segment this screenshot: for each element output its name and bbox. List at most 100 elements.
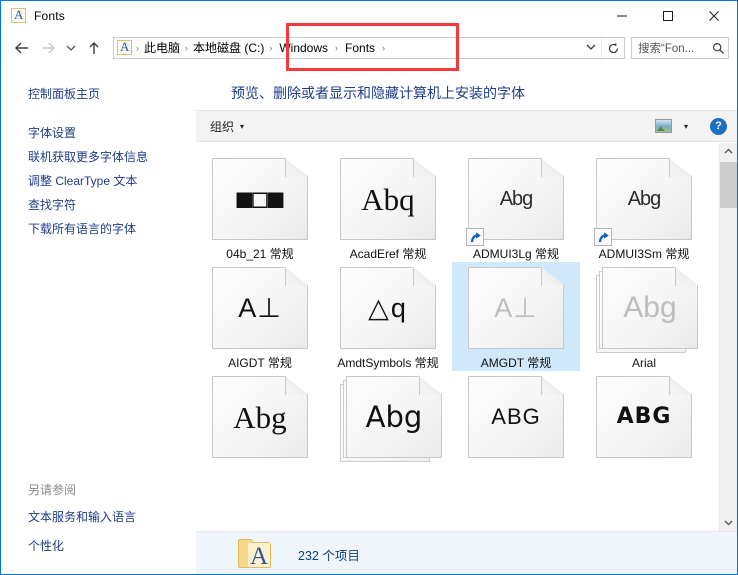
sidebar-item-font-settings[interactable]: 字体设置 (28, 124, 76, 141)
font-tile[interactable]: A⊥ AMGDT 常规 (452, 262, 580, 371)
font-row: A⊥ AIGDT 常规 △q AmdtSymbols 常规 A⊥ AMGDT 常规 Abg A… (196, 262, 715, 371)
sidebar: 控制面板主页 字体设置 联机获取更多字体信息 调整 ClearType 文本 查… (1, 65, 196, 574)
address-dropdown-icon[interactable] (581, 43, 601, 53)
font-thumbnail: Abg (594, 158, 692, 246)
font-preview-glyph: A⊥ (494, 292, 538, 323)
font-thumbnail: Abg (596, 267, 698, 353)
font-tile[interactable]: A⊥ AIGDT 常规 (196, 262, 324, 371)
font-row: ■□■ 04b_21 常规 Abq AcadEref 常规 Abg ADMUI3Lg 常规… (196, 153, 715, 262)
font-tile[interactable]: Abg (324, 371, 452, 464)
vertical-scrollbar[interactable] (719, 143, 737, 531)
font-name-label: 04b_21 常规 (226, 247, 294, 261)
font-preview-glyph: Abg (233, 399, 287, 435)
font-thumbnail: Abg (466, 158, 564, 246)
scrollbar-thumb[interactable] (720, 162, 737, 208)
scroll-up-arrow[interactable] (720, 143, 737, 160)
font-thumbnail: Abg (340, 376, 442, 462)
maximize-button[interactable] (645, 1, 691, 31)
help-button[interactable]: ? (710, 117, 727, 135)
title-bar: Fonts (1, 1, 737, 31)
navigation-buttons (1, 35, 107, 61)
font-name-label: AmdtSymbols 常规 (337, 356, 439, 370)
close-button[interactable] (691, 1, 737, 31)
sidebar-item-find-character[interactable]: 查找字符 (28, 196, 76, 213)
magnifier-icon[interactable] (708, 42, 728, 55)
font-thumbnail: Abg (212, 376, 308, 458)
font-preview-glyph: Abq (361, 181, 415, 217)
sidebar-item-control-panel-home[interactable]: 控制面板主页 (28, 85, 100, 102)
window-title: Fonts (34, 9, 66, 23)
sidebar-item-text-services[interactable]: 文本服务和输入语言 (28, 508, 136, 525)
organize-button[interactable]: 组织 ▾ (196, 118, 244, 135)
up-arrow-icon[interactable] (81, 35, 107, 61)
breadcrumb[interactable]: › 此电脑 › 本地磁盘 (C:) › Windows › Fonts › (113, 37, 625, 59)
window-body: 控制面板主页 字体设置 联机获取更多字体信息 调整 ClearType 文本 查… (1, 65, 737, 574)
font-preview-glyph: ABG (616, 404, 672, 429)
organize-label: 组织 (210, 119, 235, 134)
font-thumbnail: ABG (596, 376, 692, 458)
breadcrumb-separator: › (382, 43, 386, 53)
font-name-label: Arial (631, 356, 656, 370)
font-preview-glyph: △q (368, 292, 408, 323)
preview-pane-icon[interactable] (654, 119, 672, 133)
chevron-down-icon: ▾ (240, 121, 245, 131)
scroll-down-arrow[interactable] (720, 514, 737, 531)
shortcut-overlay-icon (594, 228, 612, 246)
breadcrumb-item-3[interactable]: Fonts (339, 38, 381, 58)
search-box[interactable]: 搜索“Fon... (631, 37, 729, 59)
font-tile[interactable]: Abg Arial (580, 262, 708, 371)
font-thumbnail: ■□■ (212, 158, 308, 240)
address-bar: › 此电脑 › 本地磁盘 (C:) › Windows › Fonts › 搜索 (1, 31, 737, 65)
forward-arrow-icon (35, 35, 61, 61)
breadcrumb-item-1[interactable]: 本地磁盘 (C:) (189, 38, 268, 58)
recent-locations-chevron-icon[interactable] (61, 35, 81, 61)
font-preview-glyph: ■□■ (236, 184, 284, 214)
minimize-button[interactable] (599, 1, 645, 31)
font-thumbnail: A⊥ (468, 267, 564, 349)
refresh-icon[interactable] (601, 38, 624, 58)
font-name-label: AcadEref 常规 (349, 247, 427, 261)
command-toolbar: 组织 ▾ ▾ ? (196, 110, 737, 142)
status-bar: A 232 个项目 (196, 531, 737, 574)
font-list-area: ■□■ 04b_21 常规 Abq AcadEref 常规 Abg ADMUI3Lg 常规… (196, 143, 737, 531)
font-tile[interactable]: Abg (196, 371, 324, 464)
font-grid: ■□■ 04b_21 常规 Abq AcadEref 常规 Abg ADMUI3Lg 常规… (196, 143, 715, 531)
view-chevron-down-icon[interactable]: ▾ (684, 122, 688, 131)
font-row: Abg Abg ABG ABG (196, 371, 715, 464)
breadcrumb-font-icon (117, 39, 133, 56)
breadcrumb-item-0[interactable]: 此电脑 (140, 38, 184, 58)
font-name-label: ADMUI3Sm 常规 (598, 247, 690, 261)
sidebar-item-adjust-cleartype[interactable]: 调整 ClearType 文本 (28, 172, 137, 189)
font-thumbnail: ABG (468, 376, 564, 458)
sidebar-item-get-more-fonts[interactable]: 联机获取更多字体信息 (28, 148, 148, 165)
font-preview-glyph: Abg (365, 399, 423, 434)
font-tile[interactable]: ABG (452, 371, 580, 464)
sidebar-item-personalization[interactable]: 个性化 (28, 537, 64, 554)
window-controls (599, 1, 737, 31)
search-input[interactable]: 搜索“Fon... (632, 40, 708, 56)
toolbar-right-controls: ▾ ? (654, 117, 737, 135)
window-font-icon (11, 7, 27, 24)
breadcrumb-items: › 此电脑 › 本地磁盘 (C:) › Windows › Fonts › (135, 38, 386, 58)
font-thumbnail: Abq (340, 158, 436, 240)
breadcrumb-item-2[interactable]: Windows (273, 38, 334, 58)
back-arrow-icon[interactable] (9, 35, 35, 61)
font-tile[interactable]: Abg ADMUI3Sm 常规 (580, 153, 708, 262)
font-tile[interactable]: Abq AcadEref 常规 (324, 153, 452, 262)
font-tile[interactable]: Abg ADMUI3Lg 常规 (452, 153, 580, 262)
content-pane: 预览、删除或者显示和隐藏计算机上安装的字体 组织 ▾ ▾ ? ■□■ 04b_21… (196, 65, 737, 574)
font-name-label: ADMUI3Lg 常规 (472, 247, 560, 261)
fonts-folder-icon: A (238, 538, 274, 570)
item-count-label: 232 个项目 (298, 548, 360, 563)
sidebar-item-download-all-fonts[interactable]: 下载所有语言的字体 (28, 220, 136, 237)
font-name-label: AIGDT 常规 (228, 356, 292, 370)
font-preview-glyph: ABG (491, 404, 541, 429)
font-tile[interactable]: ABG (580, 371, 708, 464)
page-title: 预览、删除或者显示和隐藏计算机上安装的字体 (231, 85, 525, 101)
sidebar-see-also-header: 另请参阅 (28, 483, 77, 497)
fonts-explorer-window: Fonts (0, 0, 738, 575)
font-tile[interactable]: △q AmdtSymbols 常规 (324, 262, 452, 371)
font-tile[interactable]: ■□■ 04b_21 常规 (196, 153, 324, 262)
font-preview-glyph: Abg (623, 291, 677, 324)
font-preview-glyph: A⊥ (238, 292, 282, 323)
